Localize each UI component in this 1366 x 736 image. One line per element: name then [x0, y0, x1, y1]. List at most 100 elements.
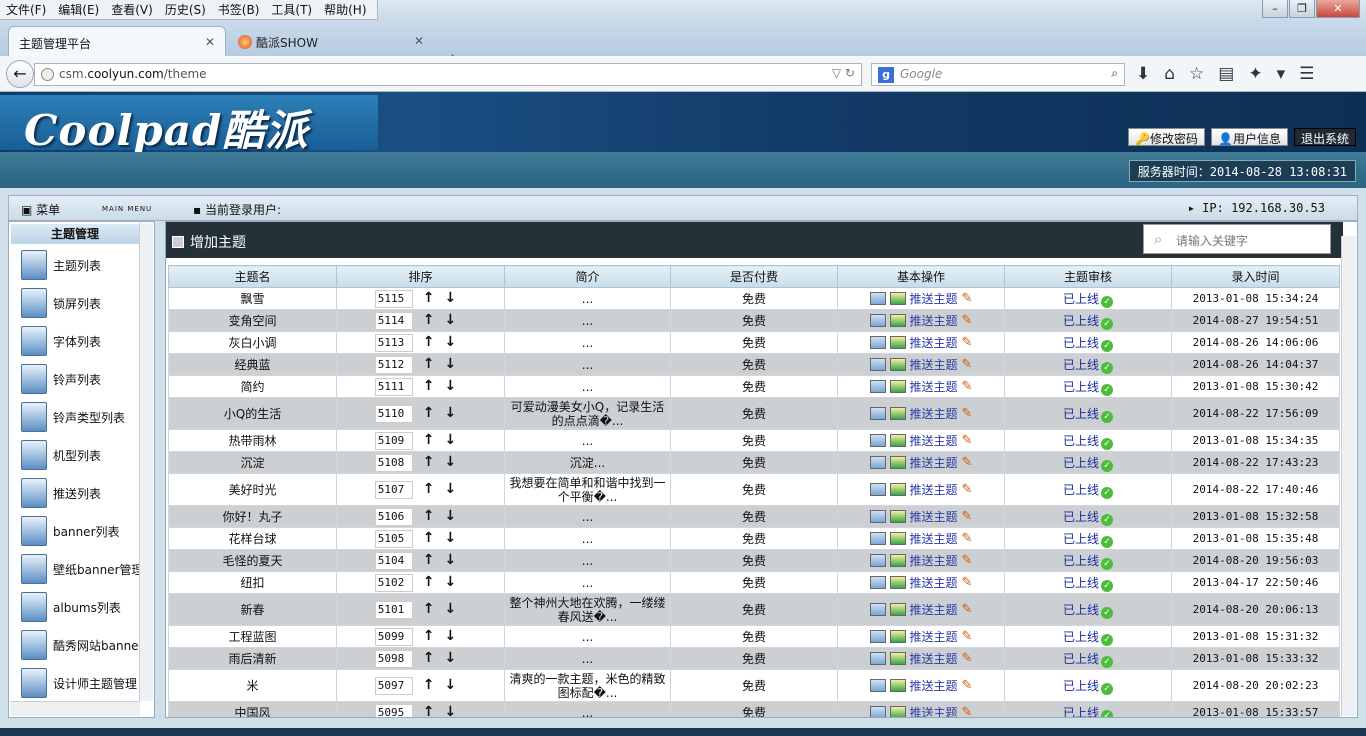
menu-file[interactable]: 文件(F)	[0, 0, 52, 19]
preview-icon[interactable]	[869, 575, 886, 589]
order-input[interactable]: 5107	[374, 480, 413, 499]
edit-pencil-icon[interactable]: ✎	[962, 379, 973, 394]
logout-button[interactable]: 退出系统	[1293, 128, 1356, 146]
edit-pencil-icon[interactable]: ✎	[962, 335, 973, 350]
home-icon[interactable]: ⌂	[1164, 64, 1175, 84]
preview-icon[interactable]	[869, 678, 886, 692]
move-up-arrow-icon[interactable]: ↑	[423, 432, 445, 448]
image-icon[interactable]	[889, 335, 906, 349]
move-down-arrow-icon[interactable]: ↓	[445, 432, 467, 448]
move-down-arrow-icon[interactable]: ↓	[445, 405, 467, 421]
edit-pencil-icon[interactable]: ✎	[962, 509, 973, 524]
menu-tools[interactable]: 工具(T)	[265, 0, 318, 19]
add-theme-button[interactable]: 增加主题	[172, 232, 246, 252]
sidebar-item-wallpaper-banner[interactable]: 壁纸banner管理	[21, 552, 144, 586]
image-icon[interactable]	[889, 531, 906, 545]
move-down-arrow-icon[interactable]: ↓	[445, 334, 467, 350]
move-down-arrow-icon[interactable]: ↓	[445, 356, 467, 372]
image-icon[interactable]	[889, 575, 906, 589]
push-theme-link[interactable]: 推送主题	[910, 481, 958, 498]
preview-icon[interactable]	[869, 482, 886, 496]
preview-icon[interactable]	[869, 705, 886, 717]
move-up-arrow-icon[interactable]: ↑	[423, 552, 445, 568]
edit-pencil-icon[interactable]: ✎	[962, 705, 973, 718]
move-down-arrow-icon[interactable]: ↓	[445, 628, 467, 644]
push-theme-link[interactable]: 推送主题	[910, 530, 958, 547]
sidebar-item-push-list[interactable]: 推送列表	[21, 476, 101, 510]
edit-pencil-icon[interactable]: ✎	[962, 553, 973, 568]
preview-icon[interactable]	[869, 651, 886, 665]
maximize-button[interactable]: ❐	[1289, 0, 1315, 18]
move-down-arrow-icon[interactable]: ↓	[445, 378, 467, 394]
move-up-arrow-icon[interactable]: ↑	[423, 454, 445, 470]
push-theme-link[interactable]: 推送主题	[910, 628, 958, 645]
user-info-button[interactable]: 👤用户信息	[1211, 128, 1288, 146]
image-icon[interactable]	[889, 313, 906, 327]
sidebar-item-theme-list[interactable]: 主题列表	[21, 248, 101, 282]
addon-icon[interactable]: ✦	[1248, 64, 1262, 84]
image-icon[interactable]	[889, 705, 906, 717]
edit-pencil-icon[interactable]: ✎	[962, 629, 973, 644]
order-input[interactable]: 5106	[374, 507, 413, 526]
move-up-arrow-icon[interactable]: ↑	[423, 334, 445, 350]
push-theme-link[interactable]: 推送主题	[910, 650, 958, 667]
push-theme-link[interactable]: 推送主题	[910, 601, 958, 618]
move-up-arrow-icon[interactable]: ↑	[423, 290, 445, 306]
move-up-arrow-icon[interactable]: ↑	[423, 677, 445, 693]
menu-history[interactable]: 历史(S)	[159, 0, 212, 19]
tab-theme-platform[interactable]: 主题管理平台 ✕	[8, 26, 226, 56]
move-down-arrow-icon[interactable]: ↓	[445, 454, 467, 470]
hamburger-menu-icon[interactable]: ☰	[1299, 64, 1314, 84]
preview-icon[interactable]	[869, 335, 886, 349]
move-up-arrow-icon[interactable]: ↑	[423, 378, 445, 394]
tab-coolpad-show[interactable]: 酷派SHOW ✕	[228, 26, 434, 56]
order-input[interactable]: 5098	[374, 649, 413, 668]
move-down-arrow-icon[interactable]: ↓	[445, 552, 467, 568]
order-input[interactable]: 5095	[374, 703, 413, 717]
sidebar-horizontal-scrollbar[interactable]	[10, 701, 140, 716]
image-icon[interactable]	[889, 509, 906, 523]
image-icon[interactable]	[889, 291, 906, 305]
image-icon[interactable]	[889, 482, 906, 496]
push-theme-link[interactable]: 推送主题	[910, 334, 958, 351]
preview-icon[interactable]	[869, 602, 886, 616]
preview-icon[interactable]	[869, 531, 886, 545]
preview-icon[interactable]	[869, 629, 886, 643]
order-input[interactable]: 5109	[374, 431, 413, 450]
menu-help[interactable]: 帮助(H)	[318, 0, 372, 19]
image-icon[interactable]	[889, 553, 906, 567]
back-button[interactable]: ←	[6, 60, 34, 88]
order-input[interactable]: 5099	[374, 627, 413, 646]
edit-pencil-icon[interactable]: ✎	[962, 357, 973, 372]
image-icon[interactable]	[889, 678, 906, 692]
edit-pencil-icon[interactable]: ✎	[962, 313, 973, 328]
order-input[interactable]: 5108	[374, 453, 413, 472]
push-theme-link[interactable]: 推送主题	[910, 405, 958, 422]
move-down-arrow-icon[interactable]: ↓	[445, 312, 467, 328]
move-down-arrow-icon[interactable]: ↓	[445, 530, 467, 546]
preview-icon[interactable]	[869, 313, 886, 327]
order-input[interactable]: 5110	[374, 404, 413, 423]
main-vertical-scrollbar[interactable]	[1341, 236, 1356, 716]
order-input[interactable]: 5104	[374, 551, 413, 570]
order-input[interactable]: 5115	[374, 289, 413, 308]
move-up-arrow-icon[interactable]: ↑	[423, 704, 445, 717]
preview-icon[interactable]	[869, 455, 886, 469]
menu-edit[interactable]: 编辑(E)	[52, 0, 105, 19]
sidebar-item-ringtone-type-list[interactable]: 铃声类型列表	[21, 400, 125, 434]
edit-pencil-icon[interactable]: ✎	[962, 575, 973, 590]
order-input[interactable]: 5112	[374, 355, 413, 374]
preview-icon[interactable]	[869, 509, 886, 523]
sidebar-vertical-scrollbar[interactable]	[139, 223, 153, 701]
address-bar[interactable]: csm.coolyun.com/theme ▽ ↻	[34, 63, 862, 86]
bookmarks-list-icon[interactable]: ▤	[1218, 64, 1234, 84]
image-icon[interactable]	[889, 455, 906, 469]
preview-icon[interactable]	[869, 553, 886, 567]
move-down-arrow-icon[interactable]: ↓	[445, 508, 467, 524]
search-engine-box[interactable]: g Google ⌕	[871, 63, 1125, 86]
edit-pencil-icon[interactable]: ✎	[962, 482, 973, 497]
push-theme-link[interactable]: 推送主题	[910, 508, 958, 525]
order-input[interactable]: 5114	[374, 311, 413, 330]
edit-pencil-icon[interactable]: ✎	[962, 531, 973, 546]
edit-pencil-icon[interactable]: ✎	[962, 291, 973, 306]
